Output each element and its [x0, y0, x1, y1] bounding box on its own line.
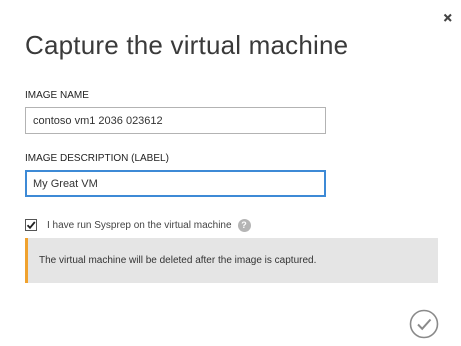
notice-text: The virtual machine will be deleted afte…	[39, 255, 317, 266]
image-name-label: IMAGE NAME	[25, 90, 89, 101]
close-icon	[443, 13, 452, 22]
checkmark-icon	[26, 221, 36, 230]
warning-notice: The virtual machine will be deleted afte…	[25, 238, 438, 283]
image-description-label: IMAGE DESCRIPTION (LABEL)	[25, 153, 169, 164]
checkmark-circle-icon	[409, 309, 439, 339]
question-circle-icon[interactable]: ?	[237, 218, 251, 232]
image-name-input[interactable]	[25, 107, 326, 134]
capture-vm-dialog: Capture the virtual machine IMAGE NAME I…	[0, 0, 461, 346]
confirm-button[interactable]	[409, 309, 439, 339]
dialog-title: Capture the virtual machine	[25, 30, 349, 60]
image-description-input[interactable]	[25, 170, 326, 197]
sysprep-checkbox[interactable]	[25, 219, 37, 231]
close-button[interactable]	[440, 10, 456, 26]
sysprep-label: I have run Sysprep on the virtual machin…	[47, 219, 232, 231]
sysprep-row: I have run Sysprep on the virtual machin…	[25, 217, 251, 233]
